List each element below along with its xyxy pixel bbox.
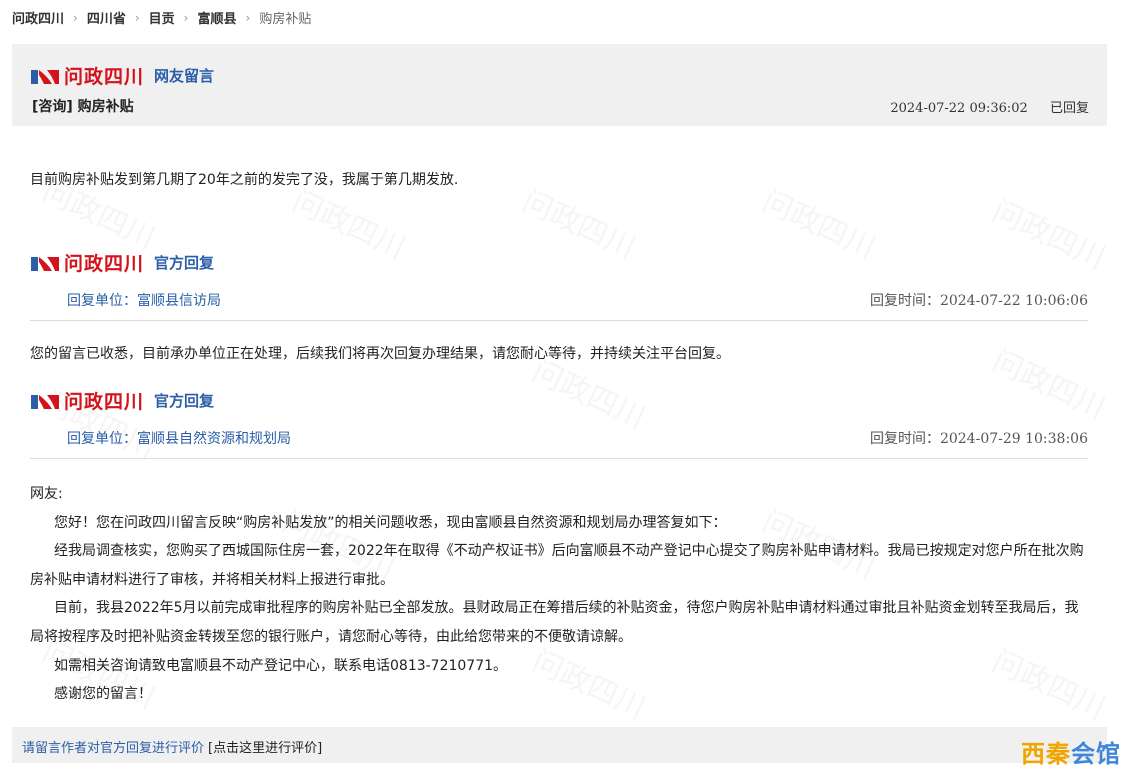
letter-paragraph: 您好！您在问政四川留言反映“购房补贴发放”的相关问题收悉，现由富顺县自然资源和规… [54,514,727,531]
site-watermark-logo: 西秦会馆 [1021,734,1121,769]
reply-unit-label: 回复单位： [67,431,137,447]
reply-unit-label: 回复单位： [67,293,137,309]
reply-meta-1: 回复单位：富顺县信访局 回复时间：2024-07-22 10:06:06 [30,290,1088,321]
site-logo-main: 西秦 [1021,740,1071,768]
rate-reply-link[interactable]: [点击这里进行评价] [208,741,322,756]
brand-name: 问政四川 [64,391,145,413]
question-status-badge: 已回复 [1049,101,1089,116]
reply-time-label: 回复时间： [869,293,940,309]
rating-prompt: 请留言作者对官方回复进行评价 [点击这里进行评价] [22,737,322,756]
reply-letter: 网友: 您好！您在问政四川留言反映“购房补贴发放”的相关问题收悉，现由富顺县自然… [30,480,1085,709]
reply-meta-2: 回复单位：富顺县自然资源和规划局 回复时间：2024-07-29 10:38:0… [30,428,1088,459]
reply-unit: 回复单位：富顺县自然资源和规划局 [67,428,291,448]
brand-name: 问政四川 [64,253,145,275]
breadcrumb-link-county[interactable]: 富顺县 [197,8,236,27]
reply-unit-name: 富顺县自然资源和规划局 [137,431,291,447]
breadcrumb-link-home[interactable]: 问政四川 [12,8,64,27]
breadcrumb-link-province[interactable]: 四川省 [87,8,126,27]
reply-unit: 回复单位：富顺县信访局 [67,290,221,310]
brand-message: 问政四川 网友留言 [30,62,214,89]
reply-time-value: 2024-07-29 10:38:06 [939,431,1088,447]
breadcrumb-link-city[interactable]: 目贡 [149,8,175,27]
breadcrumb-separator-icon: › [73,10,78,25]
reply-time: 回复时间：2024-07-22 10:06:06 [870,290,1088,310]
brand-reply-1: 问政四川 官方回复 [30,249,214,276]
breadcrumb: 问政四川 › 四川省 › 目贡 › 富顺县 › 购房补贴 [12,8,312,28]
breadcrumb-separator-icon: › [134,10,140,25]
letter-paragraph: 经我局调查核实，您购买了西城国际住房一套，2022年在取得《不动产权证书》后向富… [30,543,1084,588]
wenzheng-logo-icon [31,394,59,409]
letter-paragraph: 目前，我县2022年5月以前完成审批程序的购房补贴已全部发放。县财政局正在筹措后… [30,600,1079,645]
wenzheng-logo-icon [31,69,59,84]
breadcrumb-separator-icon: › [183,10,189,25]
reply-unit-name: 富顺县信访局 [137,293,221,309]
brand-message-tag: 网友留言 [154,67,215,85]
question-datetime: 2024-07-22 09:36:02 [890,101,1028,116]
rating-bar: 请留言作者对官方回复进行评价 [点击这里进行评价] [12,727,1107,763]
brand-reply-tag: 官方回复 [154,254,215,272]
breadcrumb-current: 购房补贴 [259,12,312,27]
site-logo-sub: 会馆 [1071,740,1121,768]
reply-time-value: 2024-07-22 10:06:06 [939,293,1088,309]
reply-time-label: 回复时间： [869,431,940,447]
letter-paragraph: 如需相关咨询请致电富顺县不动产登记中心，联系电话0813-7210771。 [54,657,508,674]
brand-name: 问政四川 [64,66,145,88]
letter-salutation: 网友: [30,486,63,502]
reply-text-1: 您的留言已收悉，目前承办单位正在处理，后续我们将再次回复办理结果，请您耐心等待，… [30,346,730,362]
question-body: 目前购房补贴发到第几期了20年之前的发完了没，我属于第几期发放. [30,172,459,188]
reply-time: 回复时间：2024-07-29 10:38:06 [870,428,1088,448]
question-meta: 2024-07-22 09:36:02 已回复 [890,97,1089,116]
rating-prompt-text: 请留言作者对官方回复进行评价 [22,741,205,756]
breadcrumb-separator-icon: › [245,10,251,25]
wenzheng-logo-icon [31,256,59,271]
question-header: 问政四川 网友留言 [咨询] 购房补贴 2024-07-22 09:36:02 … [12,44,1107,126]
brand-reply-2: 问政四川 官方回复 [30,387,214,414]
brand-reply-tag: 官方回复 [154,392,215,410]
letter-closing: 感谢您的留言！ [54,686,152,703]
question-title: [咨询] 购房补贴 [32,99,134,115]
